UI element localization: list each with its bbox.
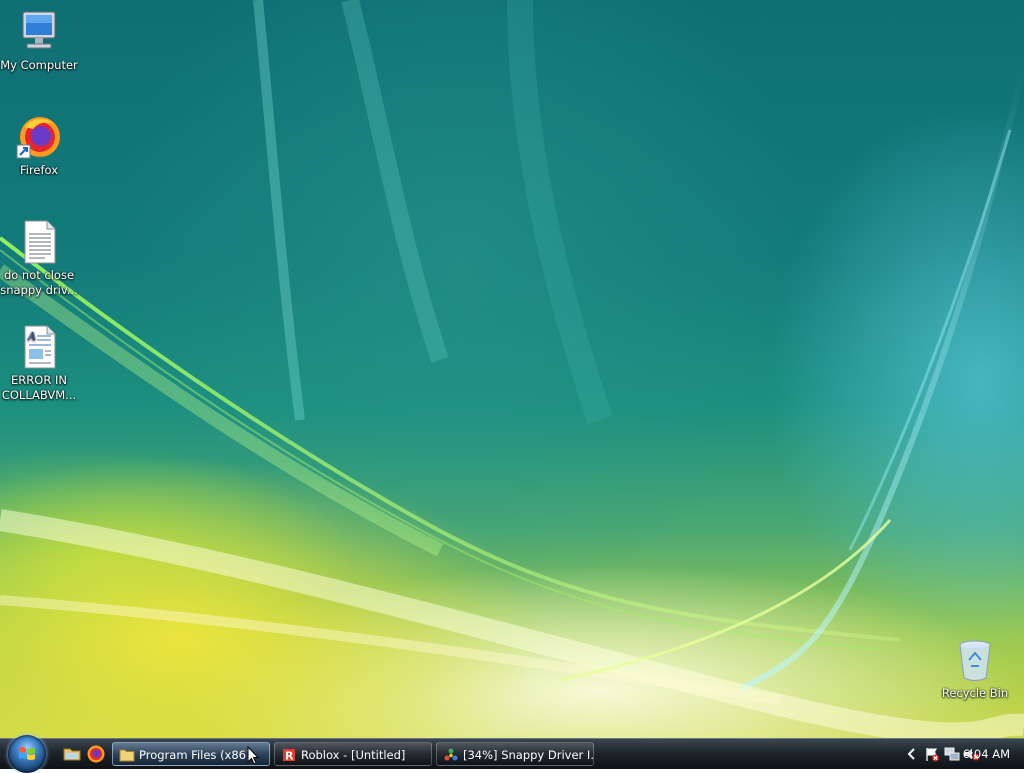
text-document-icon <box>15 218 63 266</box>
desktop-icon-firefox[interactable]: Firefox <box>0 113 78 178</box>
folder-icon <box>119 749 135 762</box>
quick-launch-firefox[interactable] <box>86 744 106 764</box>
taskbar: Program Files (x86) R Roblox - [Untitled… <box>0 735 1024 773</box>
desktop-icon-label: do not close snappy driv... <box>0 268 78 297</box>
taskbar-button-label: Roblox - [Untitled] <box>301 748 406 762</box>
show-desktop-icon <box>63 748 81 761</box>
svg-text:R: R <box>285 750 294 763</box>
roblox-icon: R <box>283 749 295 763</box>
chevron-left-icon[interactable] <box>904 746 920 762</box>
clock[interactable]: 6:04 AM <box>963 739 1010 769</box>
desktop-icon-text-document[interactable]: do not close snappy driv... <box>0 218 78 298</box>
desktop-wallpaper: My Computer Firefox do not close snappy … <box>0 0 1024 738</box>
taskbar-button-snappy-driver[interactable]: [34%] Snappy Driver I... <box>436 742 594 766</box>
svg-text:A: A <box>27 330 36 343</box>
windows-start-orb-icon <box>19 747 35 760</box>
desktop-icon-wordpad-document[interactable]: A ERROR IN COLLABVM... <box>0 323 78 403</box>
recycle-bin-icon <box>951 636 999 684</box>
taskbar-button-roblox[interactable]: R Roblox - [Untitled] <box>274 742 432 766</box>
wordpad-document-icon: A <box>15 323 63 371</box>
desktop-icon-my-computer[interactable]: My Computer <box>0 8 78 73</box>
firefox-icon <box>15 113 63 161</box>
wallpaper-swirls <box>0 0 1024 738</box>
desktop-icon-label: ERROR IN COLLABVM... <box>1 373 77 402</box>
desktop-icon-label: Recycle Bin <box>941 686 1009 700</box>
snappy-driver-icon <box>444 748 458 761</box>
desktop-icon-label: Firefox <box>19 163 59 177</box>
action-center-flag-icon[interactable] <box>924 746 940 762</box>
taskbar-button-label: Program Files (x86) <box>139 748 251 762</box>
notification-area: 6:04 AM <box>874 739 1024 769</box>
desktop-icon-label: My Computer <box>0 58 78 72</box>
network-icon[interactable] <box>944 746 960 762</box>
firefox-icon <box>87 745 105 763</box>
desktop-icon-recycle-bin[interactable]: Recycle Bin <box>936 636 1014 701</box>
computer-icon <box>15 8 63 56</box>
show-desktop-button[interactable] <box>62 744 82 764</box>
start-button[interactable] <box>8 735 46 773</box>
mouse-cursor-icon <box>247 746 259 765</box>
taskbar-button-label: [34%] Snappy Driver I... <box>463 748 594 762</box>
